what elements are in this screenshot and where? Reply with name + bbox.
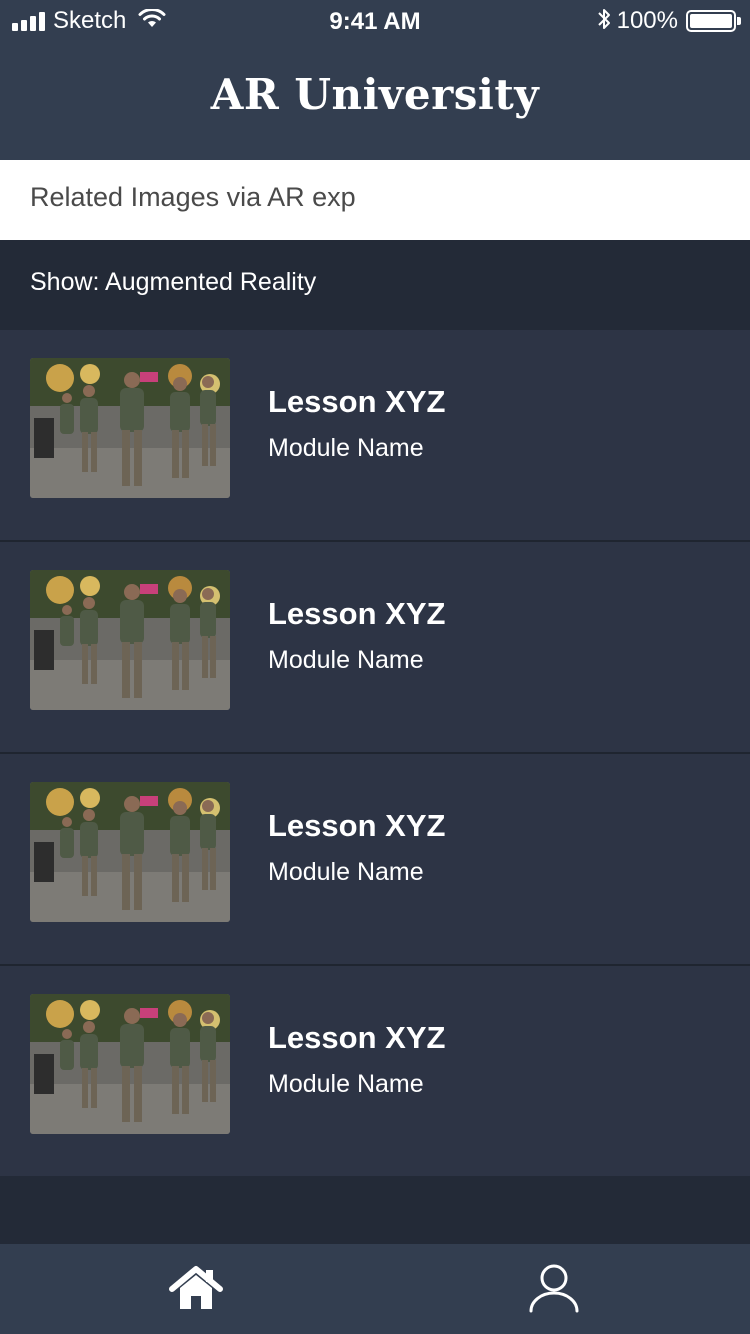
page-title: AR University xyxy=(210,70,540,119)
lesson-title: Lesson XYZ xyxy=(268,596,446,631)
filter-bar[interactable]: Show: Augmented Reality xyxy=(0,240,750,330)
tab-profile[interactable] xyxy=(524,1262,584,1318)
tab-bar xyxy=(0,1244,750,1334)
battery-icon xyxy=(686,10,741,32)
module-name: Module Name xyxy=(268,434,424,462)
battery-percent: 100% xyxy=(616,7,678,34)
list-item[interactable]: Lesson XYZ Module Name xyxy=(0,542,750,754)
bluetooth-icon xyxy=(597,7,611,36)
module-name: Module Name xyxy=(268,858,424,886)
status-bar: Sketch 9:41 AM 100% xyxy=(0,0,750,42)
module-name: Module Name xyxy=(268,1070,424,1098)
lesson-thumbnail xyxy=(30,782,230,922)
lesson-thumbnail xyxy=(30,358,230,498)
search-bar[interactable]: Related Images via AR exp xyxy=(0,160,750,240)
lesson-title: Lesson XYZ xyxy=(268,1020,446,1055)
lesson-title: Lesson XYZ xyxy=(268,384,446,419)
search-text: Related Images via AR exp xyxy=(30,182,356,212)
list-item[interactable]: Lesson XYZ Module Name xyxy=(0,754,750,966)
nav-bar: AR University xyxy=(0,42,750,160)
lesson-thumbnail xyxy=(30,570,230,710)
list-item[interactable]: Lesson XYZ Module Name xyxy=(0,330,750,542)
list-item[interactable]: Lesson XYZ Module Name xyxy=(0,966,750,1176)
filter-label: Show: Augmented Reality xyxy=(30,268,317,296)
lesson-thumbnail xyxy=(30,994,230,1134)
status-right: 100% xyxy=(597,7,741,36)
tab-home[interactable] xyxy=(166,1262,226,1318)
lesson-title: Lesson XYZ xyxy=(268,808,446,843)
module-name: Module Name xyxy=(268,646,424,674)
lesson-list: Lesson XYZ Module Name Lesson XYZ Module… xyxy=(0,330,750,1176)
profile-icon xyxy=(528,1263,580,1318)
home-icon xyxy=(168,1265,224,1316)
